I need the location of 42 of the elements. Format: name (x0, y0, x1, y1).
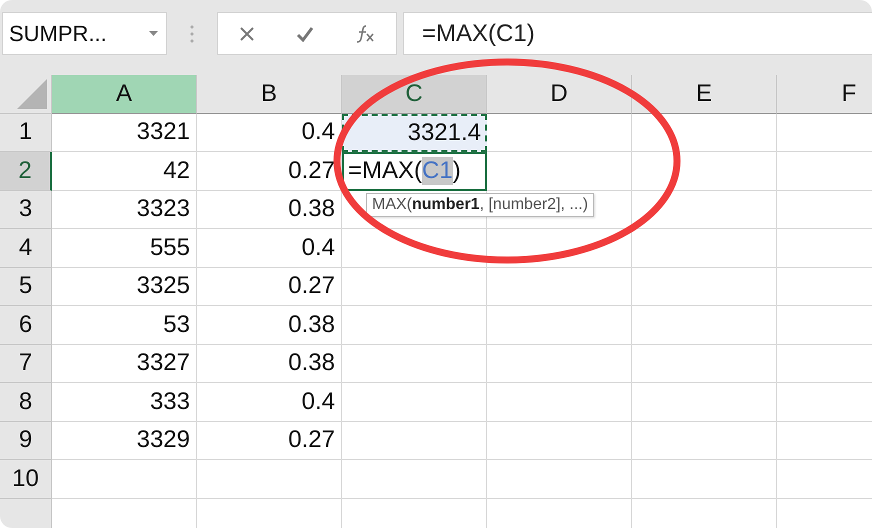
name-box[interactable]: SUMPR... (2, 12, 167, 55)
column-header[interactable]: A (52, 75, 197, 114)
column-header[interactable]: D (487, 75, 632, 114)
row-header[interactable]: 7 (0, 344, 52, 383)
table-cell: 0.38 (197, 306, 342, 344)
table-cell: 3325 (52, 268, 197, 306)
row-header[interactable]: 5 (0, 268, 52, 306)
checkmark-icon[interactable] (296, 26, 314, 42)
table-cell: 3329 (52, 422, 197, 460)
cancel-icon[interactable] (238, 26, 255, 42)
table-cell: 333 (52, 383, 197, 422)
grip-dots-icon (190, 24, 194, 42)
table-cell: 3327 (52, 344, 197, 383)
table-cell: 42 (52, 152, 197, 190)
table-cell: 53 (52, 306, 197, 344)
column-header[interactable]: E (632, 75, 777, 114)
table-cell: 0.38 (197, 190, 342, 229)
row-header[interactable]: 6 (0, 306, 52, 344)
table-cell: 555 (52, 229, 197, 268)
row-header[interactable]: 2 (0, 152, 52, 190)
column-header[interactable]: B (197, 75, 342, 114)
table-cell: 0.27 (197, 422, 342, 460)
table-cell: 0.38 (197, 344, 342, 383)
copied-cell[interactable]: 3321.4 (342, 114, 487, 152)
formula-field[interactable]: =MAX(C1) (403, 12, 872, 55)
column-header[interactable]: F (777, 75, 872, 114)
row-header[interactable]: 4 (0, 229, 52, 268)
table-cell: 0.4 (197, 383, 342, 422)
function-icon[interactable] (355, 24, 376, 42)
row-header[interactable]: 1 (0, 114, 52, 152)
row-header[interactable]: 10 (0, 460, 52, 498)
function-tooltip: MAX(number1, [number2], ...) (366, 193, 594, 217)
row-header[interactable]: 8 (0, 383, 52, 422)
dropdown-caret-icon[interactable] (149, 31, 158, 36)
row-header[interactable]: 9 (0, 422, 52, 460)
table-cell: 0.27 (197, 268, 342, 306)
column-header[interactable]: C (342, 75, 487, 114)
row-header[interactable]: 3 (0, 190, 52, 229)
cell-editor[interactable]: =MAX(C1) (342, 152, 487, 190)
table-cell: 3321 (52, 114, 197, 152)
table-cell: 3323 (52, 190, 197, 229)
table-cell: 0.4 (197, 229, 342, 268)
